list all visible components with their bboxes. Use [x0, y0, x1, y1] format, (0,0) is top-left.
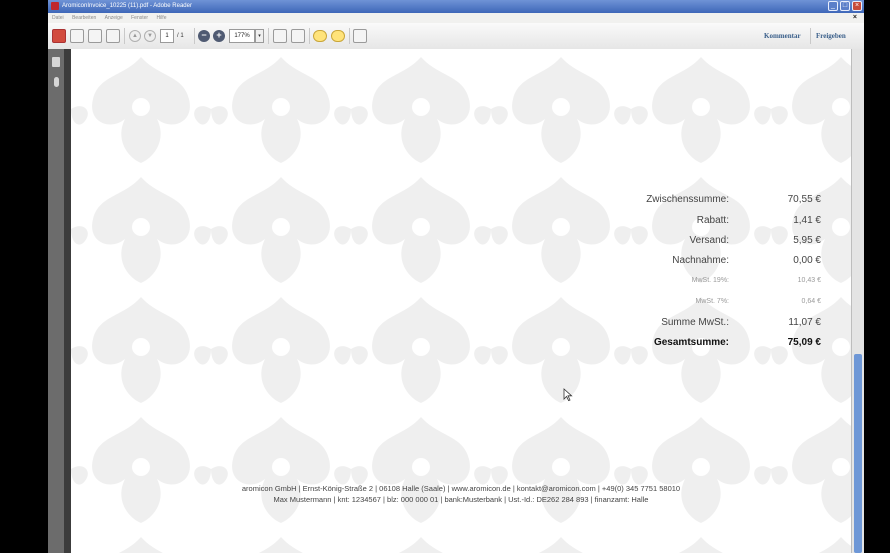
window-title: AromiconInvoice_10225 (11).pdf - Adobe R… — [62, 3, 192, 9]
close-document-button[interactable]: × — [853, 13, 857, 23]
vat-7-value: 0,64 € — [801, 298, 821, 305]
summary-row-grand-total: Gesamtsumme: 75,09 € — [71, 337, 851, 353]
footer-bank-line: Max Mustermann | knt: 1234567 | blz: 000… — [273, 495, 649, 504]
vat-total-value: 11,07 € — [788, 317, 821, 328]
open-file-icon[interactable] — [70, 29, 84, 43]
scrollbar-thumb[interactable] — [854, 354, 862, 553]
share-tab[interactable]: Freigeben — [816, 23, 846, 49]
grand-total-value: 75,09 € — [787, 337, 821, 348]
pages-panel-icon[interactable] — [52, 57, 60, 67]
subtotal-label: Zwischenssumme: — [646, 194, 729, 205]
menu-window[interactable]: Fenster — [131, 15, 148, 21]
menu-view[interactable]: Anzeige — [105, 15, 123, 21]
subtotal-value: 70,55 € — [787, 194, 821, 205]
summary-row-vat-total: Summe MwSt.: 11,07 € — [71, 317, 851, 333]
summary-row-discount: Rabatt: 1,41 € — [71, 215, 851, 231]
minimize-button[interactable]: _ — [828, 1, 838, 11]
highlight-text-icon[interactable] — [331, 30, 345, 42]
vat-19-label: MwSt. 19%: — [691, 277, 729, 284]
document-page: Zwischenssumme: 70,55 € Rabatt: 1,41 € V… — [71, 49, 851, 553]
cod-value: 0,00 € — [793, 255, 821, 266]
summary-row-vat-7: MwSt. 7%: 0,64 € — [71, 298, 851, 314]
toolbar: ▲ ▼ 1 / 1 − + 177% ▾ Kommentar Freigeben — [48, 23, 864, 50]
mouse-pointer-icon — [563, 388, 573, 402]
vat-total-label: Summe MwSt.: — [661, 317, 729, 328]
footer-company-line: aromicon GmbH | Ernst-König-Straße 2 | 0… — [241, 484, 681, 493]
zoom-in-button[interactable]: + — [213, 30, 225, 42]
zoom-level-input[interactable]: 177% — [229, 29, 255, 43]
discount-value: 1,41 € — [793, 215, 821, 226]
fit-width-icon[interactable] — [291, 29, 305, 43]
adobe-reader-window: AromiconInvoice_10225 (11).pdf - Adobe R… — [48, 0, 864, 553]
fit-page-icon[interactable] — [273, 29, 287, 43]
maximize-button[interactable]: □ — [840, 1, 850, 11]
summary-row-shipping: Versand: 5,95 € — [71, 235, 851, 251]
expand-view-icon[interactable] — [353, 29, 367, 43]
grand-total-label: Gesamtsumme: — [653, 337, 729, 348]
close-button[interactable]: × — [852, 1, 862, 11]
shipping-value: 5,95 € — [793, 235, 821, 246]
summary-row-cod: Nachnahme: 0,00 € — [71, 255, 851, 271]
create-pdf-icon[interactable] — [52, 29, 66, 43]
summary-row-vat-19: MwSt. 19%: 10,43 € — [71, 277, 851, 293]
discount-label: Rabatt: — [696, 215, 729, 226]
cod-label: Nachnahme: — [672, 255, 729, 266]
summary-row-subtotal: Zwischenssumme: 70,55 € — [71, 194, 851, 210]
menu-help[interactable]: Hilfe — [156, 15, 166, 21]
print-icon[interactable] — [88, 29, 102, 43]
previous-page-button[interactable]: ▲ — [129, 30, 141, 42]
menu-file[interactable]: Datei — [52, 15, 64, 21]
title-bar: AromiconInvoice_10225 (11).pdf - Adobe R… — [48, 0, 864, 13]
sticky-note-icon[interactable] — [313, 30, 327, 42]
vat-19-value: 10,43 € — [797, 277, 821, 284]
menu-bar: Datei Bearbeiten Anzeige Fenster Hilfe × — [48, 13, 864, 23]
zoom-dropdown-button[interactable]: ▾ — [255, 29, 264, 43]
navigation-panel — [48, 49, 64, 553]
vertical-scrollbar[interactable] — [851, 49, 864, 553]
vat-7-label: MwSt. 7%: — [695, 298, 729, 305]
shipping-label: Versand: — [689, 235, 729, 246]
email-icon[interactable] — [106, 29, 120, 43]
page-total: / 1 — [177, 33, 184, 39]
panel-gutter — [64, 49, 71, 553]
menu-edit[interactable]: Bearbeiten — [72, 15, 96, 21]
adobe-reader-icon — [51, 2, 59, 10]
paperclip-icon[interactable] — [54, 77, 59, 87]
zoom-out-button[interactable]: − — [198, 30, 210, 42]
comment-tab[interactable]: Kommentar — [764, 23, 801, 49]
next-page-button[interactable]: ▼ — [144, 30, 156, 42]
page-number-input[interactable]: 1 — [160, 29, 174, 43]
